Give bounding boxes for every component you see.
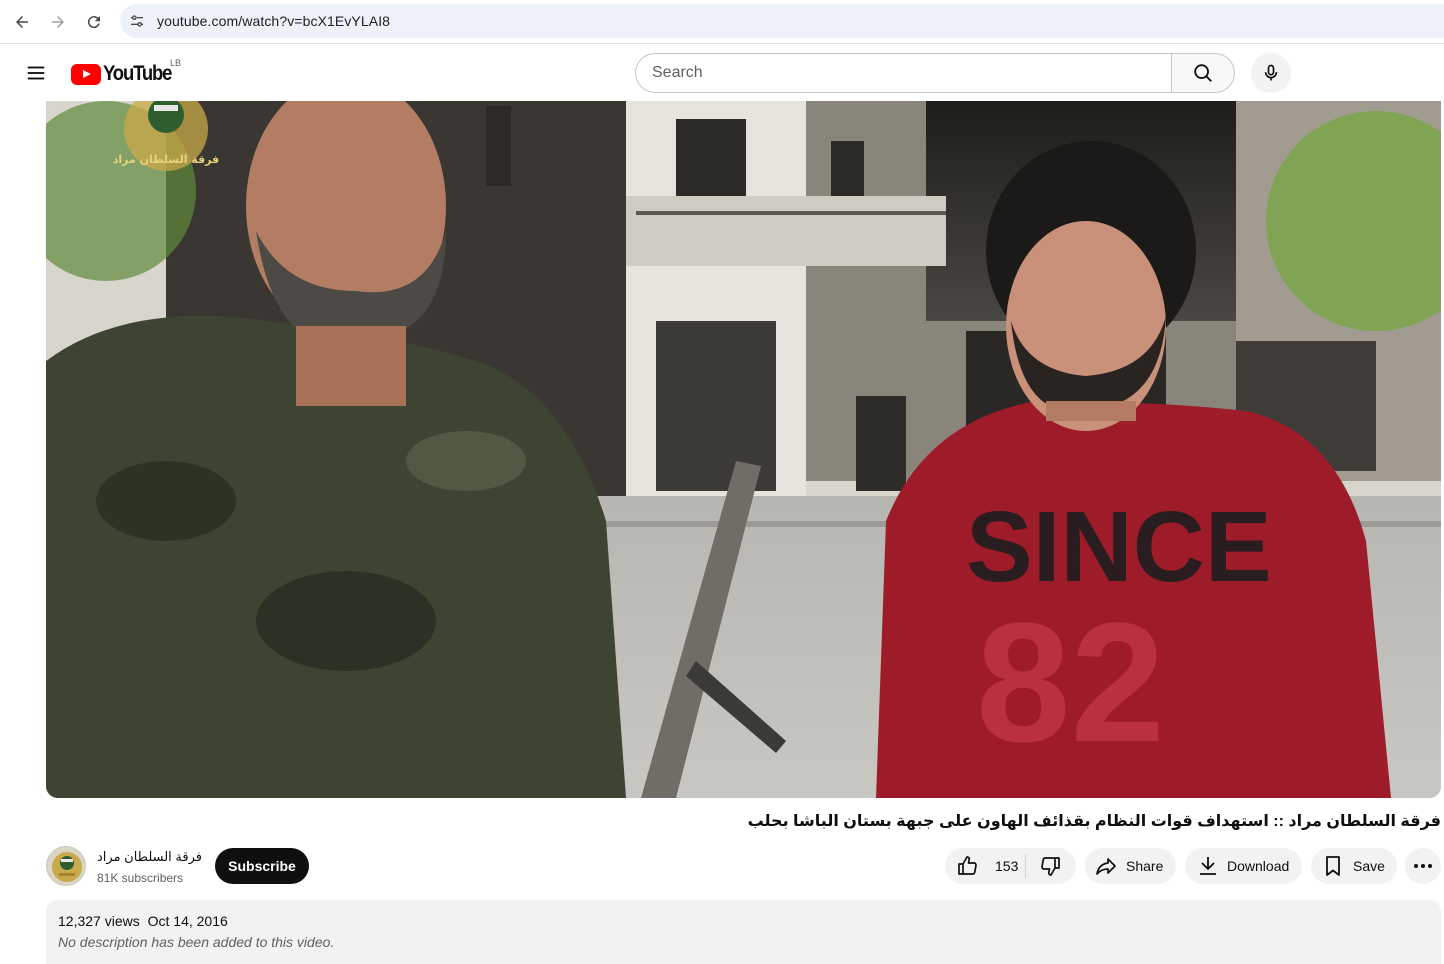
hamburger-icon bbox=[27, 66, 45, 80]
view-count: 12,327 views bbox=[58, 913, 140, 929]
address-bar[interactable]: youtube.com/watch?v=bcX1EvYLAI8 bbox=[120, 4, 1444, 38]
save-button[interactable]: Save bbox=[1311, 848, 1397, 884]
channel-logo-icon bbox=[52, 852, 82, 882]
reload-icon bbox=[87, 16, 100, 29]
search-icon bbox=[1194, 64, 1212, 82]
reload-button[interactable] bbox=[80, 8, 108, 36]
search-box bbox=[635, 53, 1235, 93]
download-label: Download bbox=[1227, 858, 1290, 874]
like-button[interactable]: 153 bbox=[945, 848, 1025, 884]
save-label: Save bbox=[1353, 858, 1385, 874]
shirt-text-82: 82 bbox=[976, 588, 1165, 778]
logo-text: YouTube bbox=[103, 62, 172, 85]
search-input[interactable] bbox=[635, 53, 1172, 93]
country-code: LB bbox=[170, 58, 182, 68]
subscribe-button[interactable]: Subscribe bbox=[215, 848, 309, 884]
subscriber-count: 81K subscribers bbox=[97, 871, 184, 885]
thumbs-up-icon bbox=[958, 856, 977, 875]
dislike-button[interactable] bbox=[1026, 848, 1076, 884]
video-frame: SINCE 82 فرقة السلطان مراد bbox=[46, 101, 1441, 798]
arrow-left-icon bbox=[16, 16, 28, 28]
youtube-logo[interactable]: YouTube bbox=[71, 62, 181, 86]
shirt-text-since: SINCE bbox=[966, 491, 1272, 603]
share-arrow-icon bbox=[1096, 858, 1116, 875]
channel-name[interactable]: فرقة السلطان مراد bbox=[97, 849, 202, 865]
back-button[interactable] bbox=[8, 8, 36, 36]
voice-search-button[interactable] bbox=[1251, 53, 1291, 93]
description-text: No description has been added to this vi… bbox=[58, 934, 335, 950]
forward-button[interactable] bbox=[44, 8, 72, 36]
upload-date: Oct 14, 2016 bbox=[147, 913, 228, 929]
description-box[interactable]: 12,327 views Oct 14, 2016 No description… bbox=[46, 900, 1441, 964]
thumbs-down-icon bbox=[1041, 857, 1060, 876]
video-player[interactable]: SINCE 82 فرقة السلطان مراد bbox=[46, 101, 1441, 798]
download-button[interactable]: Download bbox=[1185, 848, 1302, 884]
arrow-right-icon bbox=[52, 16, 64, 28]
youtube-play-icon bbox=[71, 63, 101, 85]
like-count: 153 bbox=[995, 858, 1019, 874]
description-meta: 12,327 views Oct 14, 2016 bbox=[58, 913, 232, 929]
tune-icon[interactable] bbox=[120, 4, 154, 38]
bookmark-icon bbox=[1326, 856, 1340, 876]
url-text[interactable]: youtube.com/watch?v=bcX1EvYLAI8 bbox=[157, 13, 390, 29]
more-actions-button[interactable] bbox=[1405, 848, 1441, 884]
video-title: فرقة السلطان مراد :: استهداف قوات النظام… bbox=[747, 813, 1441, 830]
channel-avatar[interactable] bbox=[46, 846, 86, 886]
share-label: Share bbox=[1126, 858, 1164, 874]
mic-icon bbox=[1264, 64, 1278, 81]
more-horizontal-icon bbox=[1414, 864, 1432, 868]
guide-menu-button[interactable] bbox=[20, 57, 52, 89]
share-button[interactable]: Share bbox=[1085, 848, 1176, 884]
like-dislike-group: 153 bbox=[945, 848, 1076, 884]
watermark-text: فرقة السلطان مراد bbox=[113, 153, 219, 166]
masthead: YouTube LB bbox=[0, 45, 1444, 101]
search-button[interactable] bbox=[1171, 53, 1235, 93]
download-icon bbox=[1200, 857, 1216, 875]
browser-toolbar: youtube.com/watch?v=bcX1EvYLAI8 bbox=[0, 0, 1444, 44]
